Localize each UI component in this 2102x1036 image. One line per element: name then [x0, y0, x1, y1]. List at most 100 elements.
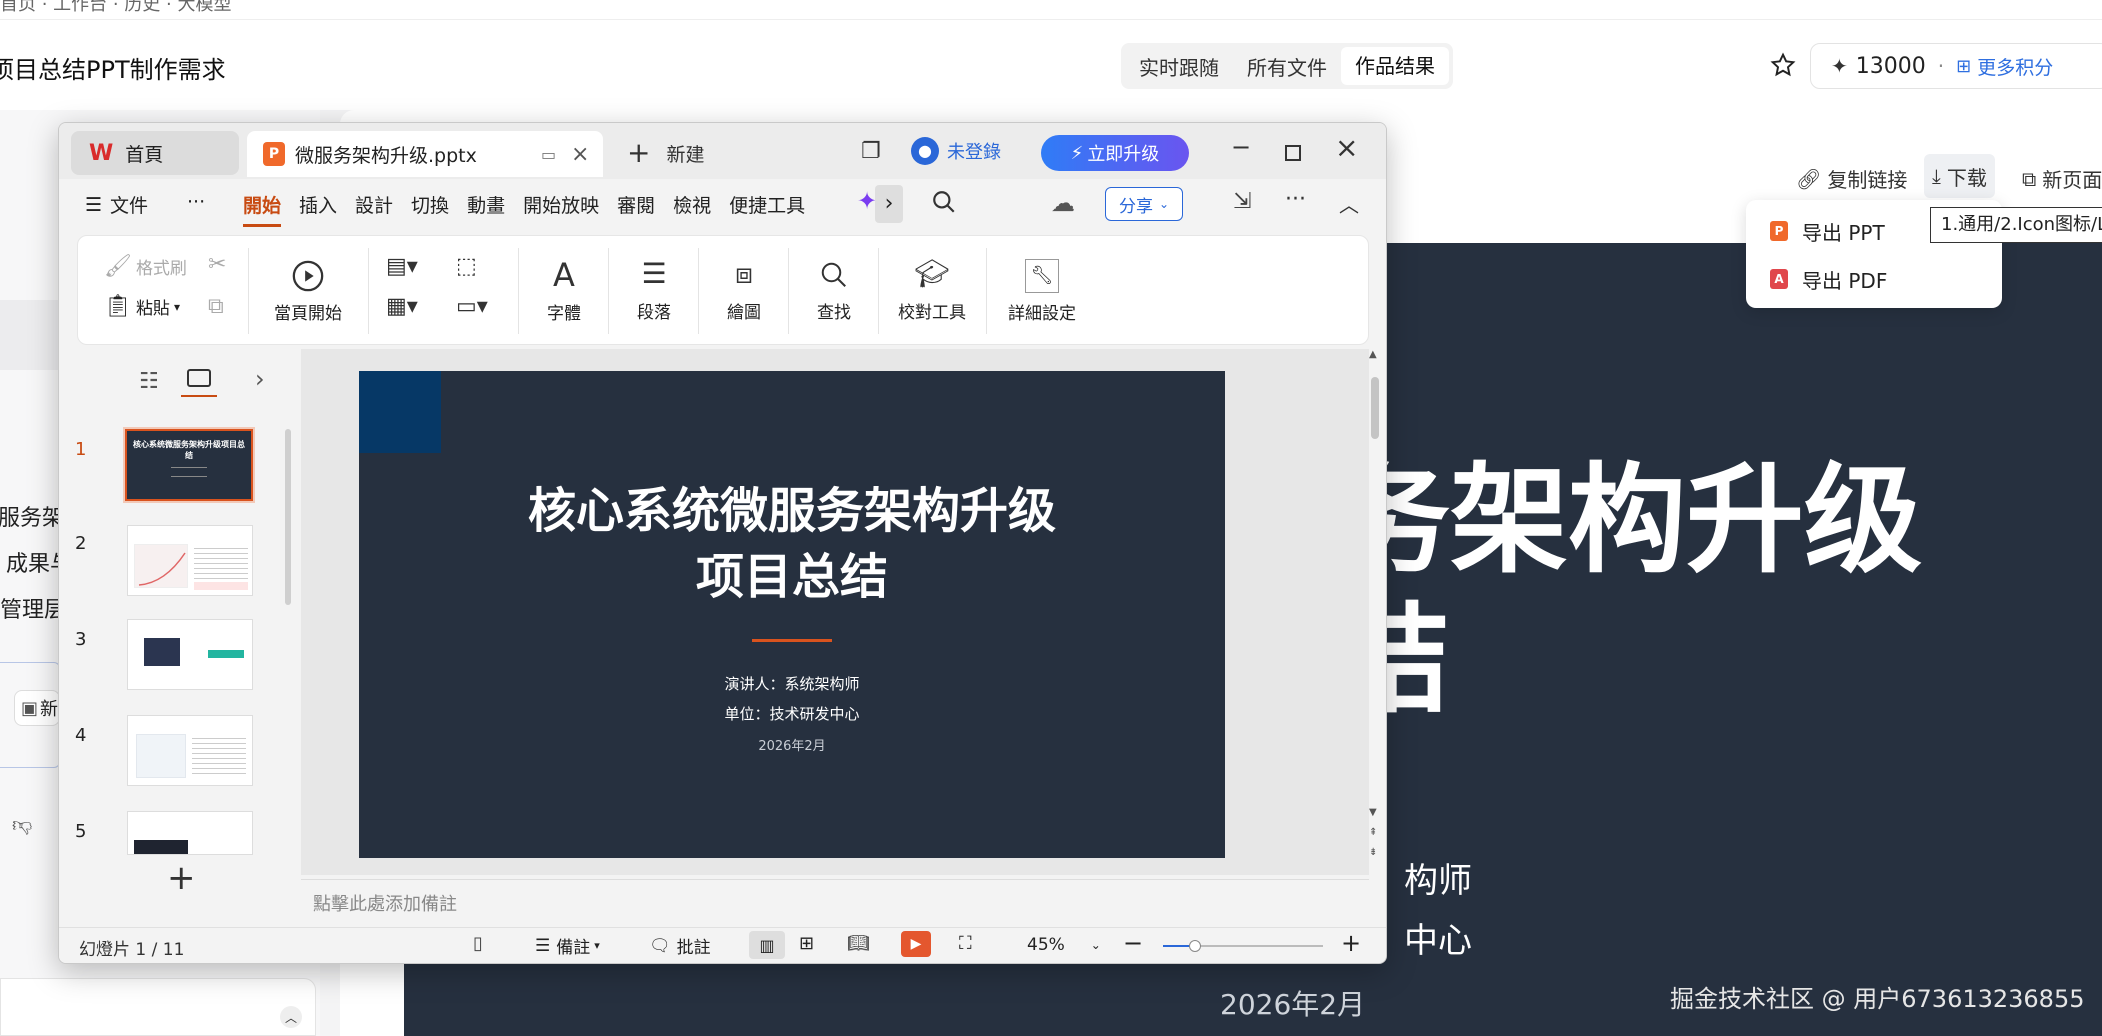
reuse-slide-icon[interactable]: ⬚ — [456, 254, 477, 279]
preview-slide-line1: 务架构升级 — [1332, 451, 1923, 589]
canvas-scrollbar[interactable] — [1371, 377, 1379, 439]
outline-toggle-icon[interactable]: ▯ — [473, 933, 483, 954]
canvas-scroll-up-icon[interactable]: ▲ — [1369, 349, 1377, 360]
thumb-slide-2[interactable] — [127, 525, 253, 596]
outline-view-icon[interactable]: ☷ — [139, 369, 159, 394]
draw-button[interactable]: ⧈ 繪圖 — [704, 248, 784, 334]
thumb-slide-5[interactable] — [127, 811, 253, 855]
text-direction-icon[interactable]: ⇲ — [1233, 189, 1251, 214]
pane-expand-icon[interactable]: › — [255, 365, 265, 393]
thumb-slide-4[interactable] — [127, 715, 253, 786]
layout-icon[interactable]: ▦▾ — [386, 294, 418, 319]
notes-toggle[interactable]: ☰ 備註 ▾ — [535, 933, 600, 959]
thumb-slide-3[interactable] — [127, 619, 253, 690]
shapes-icon: ⧈ — [735, 256, 753, 290]
main-slide[interactable]: 核心系统微服务架构升级 项目总结 演讲人：系统架构师 单位：技术研发中心 202… — [359, 371, 1225, 858]
font-button[interactable]: A 字體 — [524, 248, 604, 334]
zoom-slider-thumb[interactable] — [1189, 940, 1201, 952]
add-slide-icon[interactable]: + — [167, 861, 196, 895]
thumb-number-3: 3 — [75, 629, 87, 650]
normal-view-icon[interactable]: ▥ — [749, 931, 785, 959]
collapse-ribbon-icon[interactable]: ︿ — [1339, 189, 1359, 218]
new-slide-icon[interactable]: ▤▾ — [386, 254, 418, 279]
menu-scroll-right-icon[interactable]: › — [875, 185, 903, 223]
tab-window-icon[interactable]: ▭ — [541, 145, 556, 164]
cloud-sync-icon[interactable]: ☁ — [1051, 189, 1075, 217]
thumb-slide-1[interactable]: 核心系统微服务架构升级项目总结 — [125, 429, 253, 501]
ribbon-divider-3 — [518, 248, 519, 334]
play-slideshow-icon[interactable]: ▶ — [901, 931, 931, 957]
wps-new-tab-button[interactable]: + 新建 — [627, 135, 704, 171]
reading-view-icon[interactable]: 📖︎ — [847, 933, 870, 954]
canvas-scroll-down-icon[interactable]: ▼ — [1369, 807, 1377, 818]
slide-view-icon[interactable] — [187, 369, 211, 387]
search-icon[interactable] — [931, 189, 957, 215]
download-button[interactable]: ⤓ 下载 — [1924, 154, 1995, 198]
tab-slideshow[interactable]: 開始放映 — [523, 191, 599, 227]
new-page-label: 新页面 — [2042, 168, 2102, 192]
file-menu[interactable]: ☰ 文件 — [85, 191, 148, 218]
thumb-scrollbar[interactable] — [285, 429, 291, 605]
tab-review[interactable]: 審閱 — [617, 191, 655, 227]
minimize-icon[interactable]: − — [1231, 133, 1251, 161]
zoom-select[interactable]: 45% ⌄ — [1027, 935, 1101, 955]
favorite-star-icon[interactable] — [1770, 52, 1796, 78]
more-credits-link[interactable]: 更多积分 — [1977, 53, 2053, 80]
close-icon[interactable]: × — [1335, 131, 1358, 164]
ppt-file-icon: P — [1770, 221, 1788, 241]
menu-more[interactable]: ··· — [187, 191, 205, 213]
from-current-button[interactable]: 當頁開始 — [258, 248, 358, 334]
copy-link-button[interactable]: 🔗︎ 复制链接 — [1796, 164, 1907, 193]
login-button[interactable]: ● 未登錄 — [911, 137, 1001, 165]
new-page-button[interactable]: ⧉ 新页面 — [2022, 164, 2102, 193]
wps-home-tab[interactable]: W 首頁 — [71, 131, 239, 175]
zoom-in-icon[interactable]: + — [1341, 929, 1361, 957]
export-pdf-item[interactable]: A 导出 PDF — [1770, 262, 1887, 296]
cut-icon[interactable]: ✂ — [208, 252, 226, 277]
upgrade-button[interactable]: ⚡ 立即升级 — [1041, 135, 1189, 171]
next-slide-icon[interactable]: ⇟ — [1369, 847, 1377, 858]
tab-view[interactable]: 檢視 — [673, 191, 711, 227]
thumb-number-5: 5 — [75, 821, 87, 842]
left-new-label: 新 — [40, 699, 59, 720]
format-painter-button[interactable]: 🖌︎ 格式刷 — [104, 254, 187, 279]
fit-window-icon[interactable]: ⛶ — [959, 933, 972, 954]
tab-insert[interactable]: 插入 — [299, 191, 337, 227]
paragraph-button[interactable]: ☰ 段落 — [614, 248, 694, 334]
more-options-icon[interactable]: ··· — [1285, 187, 1306, 212]
prev-slide-icon[interactable]: ⇞ — [1369, 827, 1377, 838]
tab-close-icon[interactable]: × — [571, 142, 589, 167]
detail-settings-button[interactable]: 🔧︎ 詳細設定 — [992, 248, 1092, 334]
export-ppt-item[interactable]: P 导出 PPT — [1770, 214, 1885, 248]
proof-button[interactable]: 🎓︎ 校對工具 — [884, 248, 980, 334]
left-new-button[interactable]: ▣ 新 — [14, 690, 60, 726]
zoom-out-icon[interactable]: − — [1123, 929, 1143, 957]
tab-all-files[interactable]: 所有文件 — [1233, 52, 1341, 81]
sorter-view-icon[interactable]: ⊞ — [799, 933, 814, 954]
tab-results[interactable]: 作品结果 — [1341, 47, 1449, 85]
thumb-down-icon[interactable]: 👎︎ — [12, 812, 32, 837]
wps-doc-tab[interactable]: P 微服务架构升级.pptx ▭ × — [247, 131, 603, 177]
user-avatar-icon: ● — [911, 137, 939, 165]
maximize-icon[interactable] — [1285, 145, 1301, 161]
tab-start[interactable]: 開始 — [243, 191, 282, 227]
paste-button[interactable]: 📋︎ 粘貼 ▾ — [104, 294, 180, 319]
top-tabs-fragment[interactable]: 首页 · 工作台 · 历史 · 大模型 — [0, 0, 232, 16]
share-button[interactable]: 分享 ⌄ — [1105, 187, 1183, 221]
notes-placeholder: 點擊此處添加備註 — [313, 894, 457, 915]
copy-icon[interactable]: ⧉ — [208, 294, 224, 319]
tab-transition[interactable]: 切換 — [411, 191, 449, 227]
find-button[interactable]: 查找 — [794, 248, 874, 334]
tab-animation[interactable]: 動畫 — [467, 191, 505, 227]
window-switch-icon[interactable]: ❐ — [861, 139, 881, 164]
preview-slide-date: 2026年2月 — [1220, 988, 1366, 1021]
section-icon[interactable]: ▭▾ — [456, 294, 488, 319]
comments-toggle[interactable]: 🗨︎ 批註 — [649, 933, 711, 959]
collapse-chevron-icon[interactable]: ︿ — [280, 1006, 302, 1028]
tab-design[interactable]: 設計 — [355, 191, 393, 227]
slide-title-line1: 核心系统微服务架构升级 — [527, 483, 1056, 539]
zoom-slider[interactable] — [1163, 940, 1323, 952]
tab-realtime[interactable]: 实时跟随 — [1125, 52, 1233, 81]
thumb4-text — [192, 734, 246, 774]
tab-tools[interactable]: 便捷工具 — [729, 191, 805, 227]
